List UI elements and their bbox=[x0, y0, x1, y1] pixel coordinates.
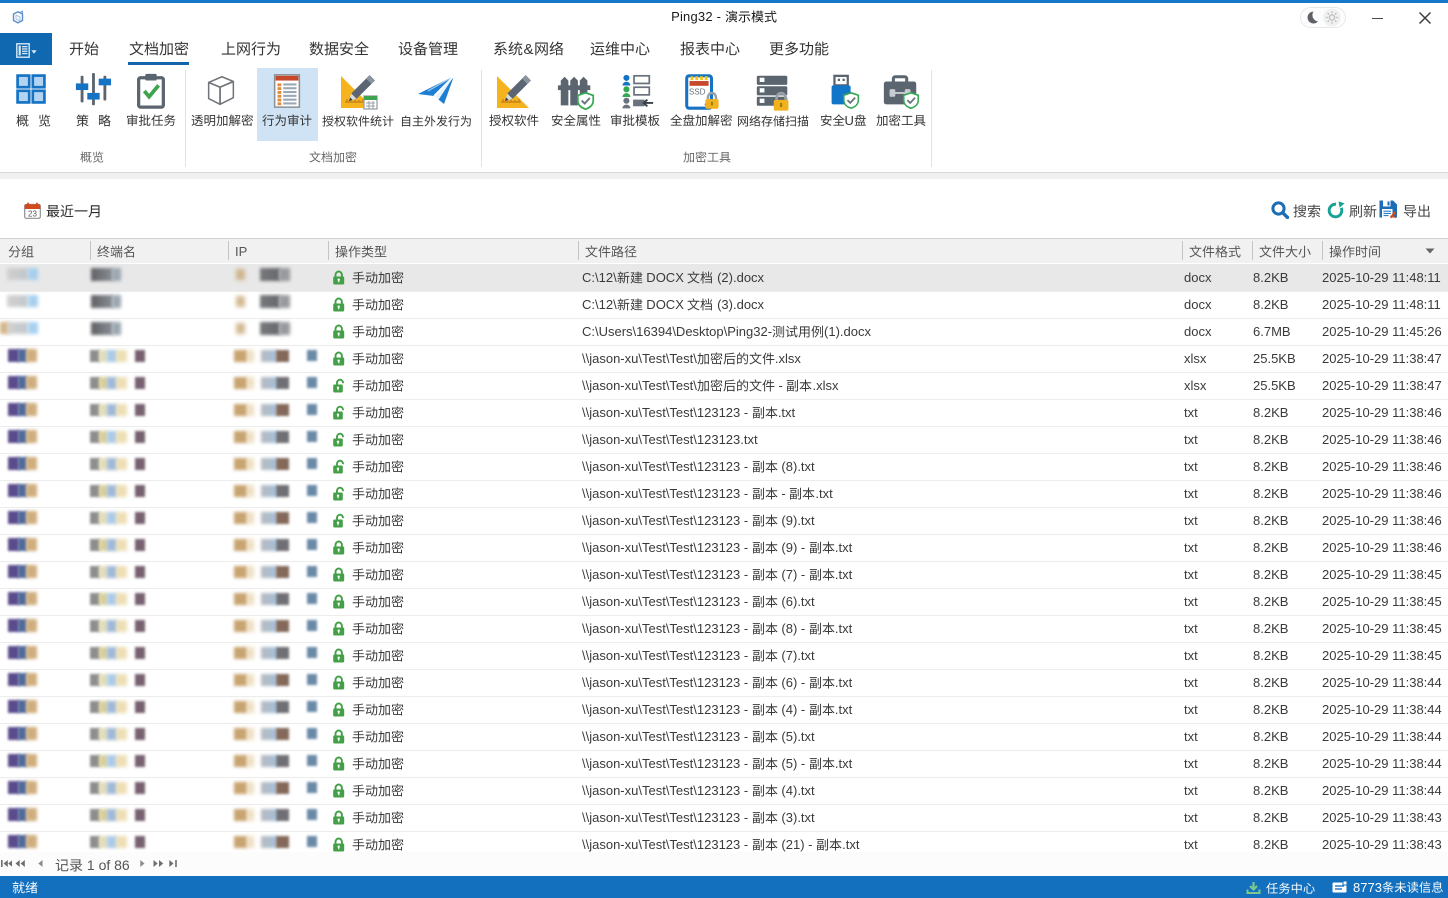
svg-text:23: 23 bbox=[28, 209, 37, 218]
svg-text:SSD: SSD bbox=[689, 87, 706, 96]
